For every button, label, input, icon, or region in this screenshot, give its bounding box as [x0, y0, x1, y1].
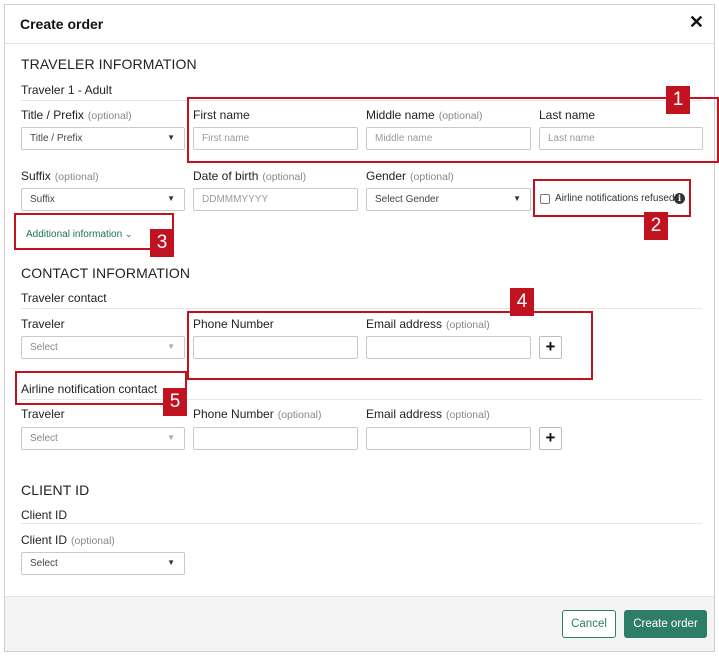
airline-notification-traveler-select[interactable]: Select ▼: [21, 427, 185, 450]
annotation-box-5: [15, 371, 187, 405]
phone-number-label: Phone Number (optional): [193, 407, 322, 421]
dob-input[interactable]: [193, 188, 358, 211]
annotation-number-3: 3: [150, 229, 174, 257]
create-order-button[interactable]: Create order: [624, 610, 707, 638]
gender-label: Gender (optional): [366, 169, 454, 183]
traveler-info-title: TRAVELER INFORMATION: [21, 56, 197, 72]
caret-down-icon: ▼: [167, 558, 175, 567]
add-notification-contact-button[interactable]: +: [539, 427, 562, 450]
client-id-label: Client ID (optional): [21, 533, 115, 547]
suffix-label: Suffix (optional): [21, 169, 99, 183]
title-prefix-label: Title / Prefix (optional): [21, 108, 132, 122]
caret-down-icon: ▼: [167, 433, 175, 442]
annotation-number-4: 4: [510, 288, 534, 316]
client-id-subheading: Client ID: [21, 508, 68, 522]
traveler-label: Traveler: [21, 407, 65, 421]
caret-down-icon: ▼: [167, 342, 175, 351]
cancel-button[interactable]: Cancel: [562, 610, 616, 638]
close-icon[interactable]: ✕: [689, 13, 704, 31]
contact-info-title: CONTACT INFORMATION: [21, 265, 191, 281]
client-id-title: CLIENT ID: [21, 482, 90, 498]
traveler-label: Traveler: [21, 317, 65, 331]
airline-notification-email-input[interactable]: [366, 427, 531, 450]
caret-down-icon: ▼: [167, 133, 175, 142]
gender-select[interactable]: Select Gender ▼: [366, 188, 531, 211]
dialog-title: Create order: [20, 16, 104, 32]
divider: [21, 308, 702, 309]
traveler-contact-select[interactable]: Select ▼: [21, 336, 185, 359]
title-prefix-select[interactable]: Title / Prefix ▼: [21, 127, 185, 150]
annotation-box-1: [187, 97, 719, 163]
annotation-number-1: 1: [666, 86, 690, 114]
dob-label: Date of birth (optional): [193, 169, 307, 183]
dialog-footer: Cancel Create order: [5, 596, 714, 651]
annotation-box-4: [187, 311, 593, 380]
traveler-1-subheading: Traveler 1 - Adult: [21, 83, 112, 97]
annotation-number-5: 5: [163, 388, 187, 416]
divider: [21, 523, 702, 524]
caret-down-icon: ▼: [513, 194, 521, 203]
traveler-contact-subheading: Traveler contact: [21, 291, 107, 305]
email-address-label: Email address (optional): [366, 407, 490, 421]
dialog-header: Create order ✕: [5, 5, 714, 44]
airline-notification-phone-input[interactable]: [193, 427, 358, 450]
caret-down-icon: ▼: [167, 194, 175, 203]
suffix-select[interactable]: Suffix ▼: [21, 188, 185, 211]
annotation-number-2: 2: [644, 212, 668, 240]
client-id-select[interactable]: Select ▼: [21, 552, 185, 575]
